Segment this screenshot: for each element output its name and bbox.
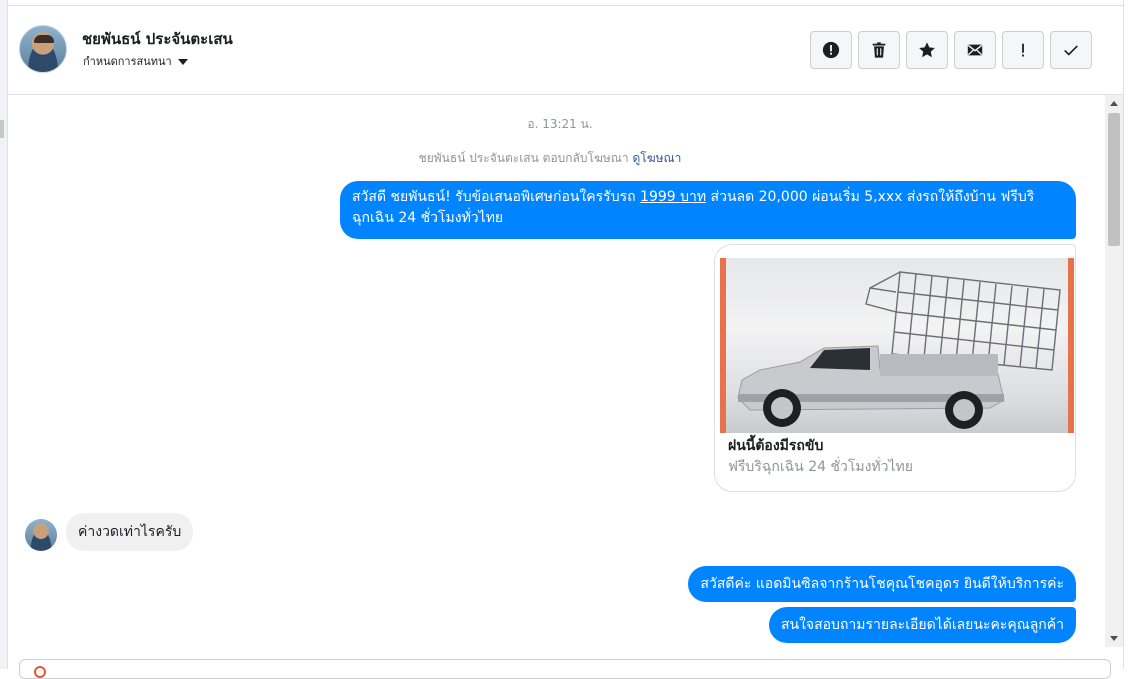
view-ad-link[interactable]: ดูโฆษณา <box>632 151 681 165</box>
star-icon <box>919 42 935 58</box>
outgoing-message-bubble: สนใจสอบถามรายละเอียดได้เลยนะคะคุณลูกค้า <box>768 607 1076 643</box>
ad-message-part1: สวัสดี ชยพันธน์! รับข้อเสนอพิเศษก่อนใครร… <box>352 189 641 205</box>
ad-card-subtitle: ฟรีบริฉุกเฉิน 24 ชั่วโมงทั่วไทย <box>728 459 913 475</box>
incoming-message-bubble: ค่างวดเท่าไรครับ <box>66 513 194 551</box>
messenger-window: ชยพันธน์ ประจันตะเสน กำหนดการสนทนา อ. 13… <box>0 0 1130 679</box>
sender-avatar[interactable] <box>25 519 57 551</box>
exclamation-icon <box>1022 43 1024 57</box>
scroll-thumb[interactable] <box>1108 113 1120 246</box>
contact-avatar[interactable] <box>19 25 67 73</box>
follow-up-button[interactable] <box>1002 31 1044 69</box>
message-timestamp: อ. 13:21 น. <box>527 117 593 131</box>
mark-done-button[interactable] <box>1050 31 1092 69</box>
report-spam-button[interactable] <box>810 31 852 69</box>
delete-button[interactable] <box>858 31 900 69</box>
composer-icon[interactable] <box>34 666 46 678</box>
scroll-down-arrow-icon[interactable] <box>1110 636 1118 641</box>
caret-down-icon <box>177 59 188 65</box>
right-edge-panel <box>1123 0 1130 669</box>
wall-left-stripe <box>720 258 726 433</box>
ad-card-title: ฝนนี้ต้องมีรถขับ <box>728 438 824 454</box>
price-link[interactable]: 1999 บาท <box>640 189 706 205</box>
star-button[interactable] <box>906 31 948 69</box>
conversation-settings-dropdown[interactable]: กำหนดการสนทนา <box>83 52 188 70</box>
envelope-icon <box>967 44 983 56</box>
ad-card[interactable]: ฝนนี้ต้องมีรถขับ ฟรีบริฉุกเฉิน 24 ชั่วโม… <box>714 244 1076 492</box>
conversation-header: ชยพันธน์ ประจันตะเสน กำหนดการสนทนา <box>8 6 1123 95</box>
header-actions <box>810 31 1092 69</box>
message-composer[interactable] <box>19 659 1111 679</box>
contact-name[interactable]: ชยพันธน์ ประจันตะเสน <box>82 27 233 51</box>
ad-reply-note: ชยพันธน์ ประจันตะเสน ตอบกลับโฆษณา ดูโฆษณ… <box>0 149 1100 168</box>
truck-illustration <box>737 271 1061 429</box>
exclamation-circle-icon <box>822 41 840 59</box>
trash-icon <box>872 42 886 58</box>
mark-unread-button[interactable] <box>954 31 996 69</box>
ad-reply-text: ชยพันธน์ ประจันตะเสน ตอบกลับโฆษณา <box>418 151 629 165</box>
left-edge-panel <box>0 0 8 669</box>
outgoing-message-bubble: สวัสดีค่ะ แอดมินซิลจากร้านโชคุณโชคอุดร ย… <box>688 566 1076 602</box>
pickup-truck-image <box>720 258 1074 433</box>
message-scrollbar[interactable] <box>1105 95 1123 647</box>
conversation-settings-label: กำหนดการสนทนา <box>83 55 172 68</box>
checkmark-icon <box>1064 45 1078 56</box>
wall-right-stripe <box>1068 258 1074 433</box>
ad-message-bubble: สวัสดี ชยพันธน์! รับข้อเสนอพิเศษก่อนใครร… <box>340 181 1076 239</box>
scroll-up-arrow-icon[interactable] <box>1110 101 1118 106</box>
